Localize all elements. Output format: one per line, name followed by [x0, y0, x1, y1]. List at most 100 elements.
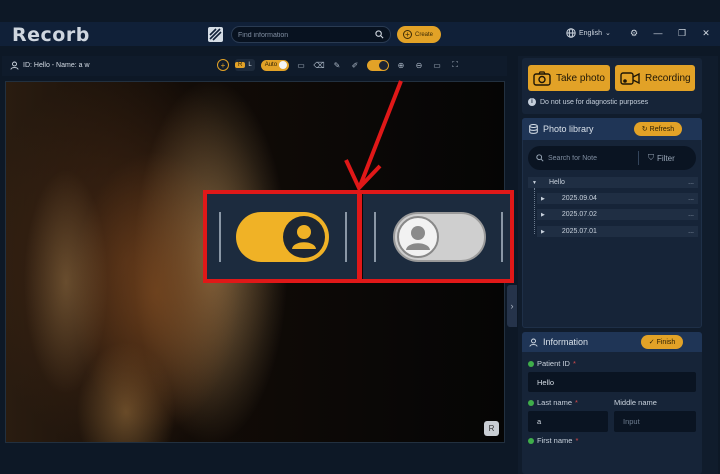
search-icon — [536, 154, 544, 162]
auto-toggle-knob — [279, 61, 288, 69]
eye-side-selector[interactable]: R L — [235, 59, 255, 71]
patient-id-label: ID: Hello - Name: a w — [10, 61, 90, 70]
status-dot — [528, 437, 534, 444]
globe-icon — [566, 28, 576, 38]
overlay-toggle-on[interactable] — [236, 212, 329, 262]
refresh-icon: ↻ — [641, 126, 648, 133]
fullscreen-icon[interactable]: ⛶ — [449, 59, 461, 71]
overlay-toggle-off[interactable] — [393, 212, 486, 262]
plus-icon: + — [403, 30, 412, 39]
last-name-input[interactable] — [528, 411, 608, 432]
edit-icon[interactable]: ✐ — [349, 59, 361, 71]
more-options-icon[interactable]: ... — [688, 211, 694, 218]
divider-line — [219, 212, 221, 262]
filter-label: Filter — [657, 153, 675, 163]
auto-label: Auto — [264, 62, 278, 68]
collapse-panel-button[interactable]: › — [507, 285, 517, 327]
toggle-knob — [379, 60, 389, 70]
eraser-icon[interactable]: ⌫ — [313, 59, 325, 71]
divider-line — [501, 212, 503, 262]
viewer-toolbar: ID: Hello - Name: a w + R L Auto ▭ ⌫ ✎ ✐… — [2, 56, 507, 76]
restore-icon[interactable]: ❐ — [676, 27, 688, 39]
search-separator — [638, 151, 639, 165]
more-options-icon[interactable]: ... — [688, 228, 694, 235]
refresh-label: Refresh — [649, 125, 675, 133]
information-title: Information — [529, 337, 588, 347]
brand-stripes-icon[interactable] — [208, 27, 223, 42]
auto-toggle[interactable]: Auto — [260, 59, 290, 71]
required-mark: * — [575, 436, 579, 445]
recording-button[interactable]: Recording — [615, 65, 695, 91]
info-icon: i — [528, 98, 536, 106]
last-name-field[interactable] — [528, 411, 608, 432]
tree-item-label: 2025.09.04 — [561, 195, 597, 202]
middle-name-label-text: Middle name — [614, 398, 657, 407]
expand-arrow-icon: ▶ — [541, 211, 545, 218]
divider-line — [345, 212, 347, 262]
seg-left[interactable]: L — [245, 62, 254, 68]
language-selector[interactable]: English ⌄ — [566, 28, 611, 38]
refresh-button[interactable]: ↻ Refresh — [634, 122, 682, 136]
user-icon — [529, 338, 538, 347]
patient-id-field[interactable] — [528, 372, 696, 393]
seg-right[interactable]: R — [235, 62, 246, 68]
zoom-out-icon[interactable]: ⊖ — [413, 59, 425, 71]
user-icon — [10, 61, 19, 70]
take-photo-label: Take photo — [556, 72, 605, 84]
finish-button[interactable]: ✓ Finish — [641, 335, 683, 349]
filter-icon: ⛉ — [648, 153, 654, 162]
more-options-icon[interactable]: ... — [688, 195, 694, 202]
tree-item-date[interactable]: ▶ 2025.07.01 ... — [537, 226, 698, 237]
center-target-icon[interactable]: + — [217, 59, 229, 71]
filter-button[interactable]: ⛉ Filter — [648, 153, 675, 163]
user-icon — [397, 216, 439, 258]
tree-item-label: 2025.07.01 — [561, 228, 597, 235]
middle-name-field-label: Middle name — [614, 398, 657, 407]
callout-divider — [357, 192, 362, 281]
more-options-icon[interactable]: ... — [688, 179, 694, 186]
middle-name-field[interactable] — [614, 411, 696, 432]
tree-item-date[interactable]: ▶ 2025.09.04 ... — [537, 193, 698, 204]
last-name-field-label: Last name * — [528, 398, 578, 407]
callout-arrow — [344, 80, 403, 192]
create-button[interactable]: + Create — [397, 26, 441, 43]
title-bar: Recorb + Create English ⌄ ⚙ — ❐ ✕ — [0, 22, 720, 46]
first-name-field-label: First name * — [528, 436, 578, 445]
gear-icon[interactable]: ⚙ — [628, 27, 640, 39]
pen-icon[interactable]: ✎ — [331, 59, 343, 71]
chevron-down-icon: ⌄ — [604, 30, 611, 37]
photo-library-title: Photo library — [529, 124, 594, 134]
note-search-input[interactable] — [548, 153, 628, 163]
search-icon[interactable] — [375, 30, 384, 39]
tree-item-label: Hello — [548, 179, 565, 186]
patient-id-label-text: Patient ID — [537, 359, 570, 368]
create-button-label: Create — [415, 31, 434, 38]
first-name-label-text: First name — [537, 436, 573, 445]
required-mark: * — [572, 359, 576, 368]
minimize-icon[interactable]: — — [652, 27, 664, 39]
status-dot — [528, 399, 534, 406]
monitor-icon[interactable]: ▭ — [431, 59, 443, 71]
diagnostic-warning: i Do not use for diagnostic purposes — [528, 98, 648, 106]
view-tools: + R L Auto ▭ ⌫ ✎ ✐ ⊕ ⊖ ▭ ⛶ — [217, 59, 461, 71]
split-view-icon[interactable]: ▭ — [295, 59, 307, 71]
language-label: English — [579, 29, 602, 37]
finish-label: Finish — [656, 338, 676, 346]
tree-item-label: 2025.07.02 — [561, 211, 597, 218]
video-camera-icon — [620, 71, 640, 85]
patient-id-input[interactable] — [528, 372, 696, 393]
patient-overlay-toggle[interactable] — [367, 59, 390, 71]
zoom-in-icon[interactable]: ⊕ — [395, 59, 407, 71]
middle-name-input[interactable] — [614, 411, 696, 432]
tree-item-root[interactable]: ▼ Hello ... — [528, 177, 698, 188]
photo-library-label: Photo library — [543, 124, 594, 134]
tree-item-date[interactable]: ▶ 2025.07.02 ... — [537, 209, 698, 220]
search-input[interactable] — [238, 29, 373, 41]
warning-text: Do not use for diagnostic purposes — [540, 98, 649, 106]
divider-line — [374, 212, 376, 262]
take-photo-button[interactable]: Take photo — [528, 65, 610, 91]
search-bar[interactable] — [231, 26, 391, 43]
patient-id-field-label: Patient ID * — [528, 359, 576, 368]
close-icon[interactable]: ✕ — [700, 27, 712, 39]
expand-arrow-icon: ▶ — [541, 195, 545, 202]
